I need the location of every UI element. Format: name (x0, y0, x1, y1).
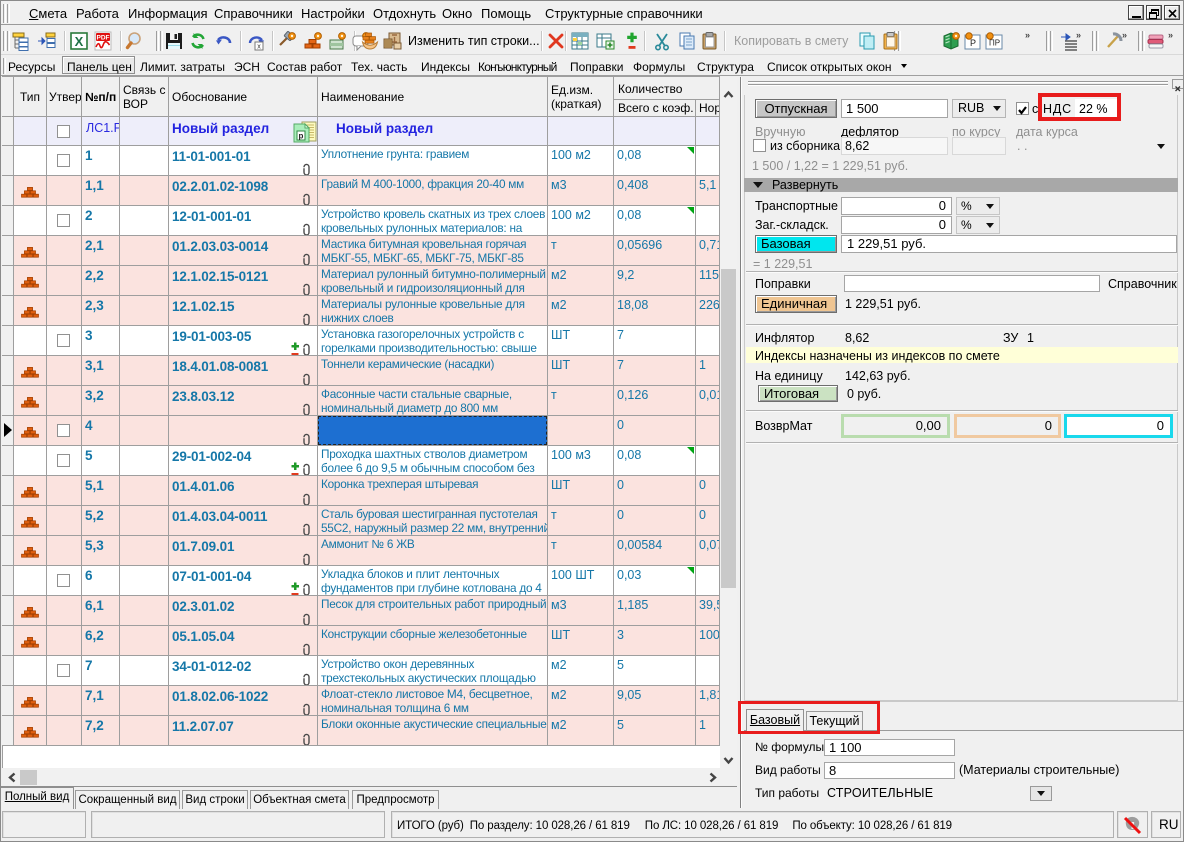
svg-text:X: X (75, 34, 84, 49)
svg-text:ПР: ПР (989, 39, 1000, 48)
svg-text:P: P (970, 38, 976, 48)
svg-text:p: p (299, 132, 304, 141)
svg-text:PDF: PDF (97, 35, 110, 42)
svg-text:x: x (257, 44, 261, 51)
